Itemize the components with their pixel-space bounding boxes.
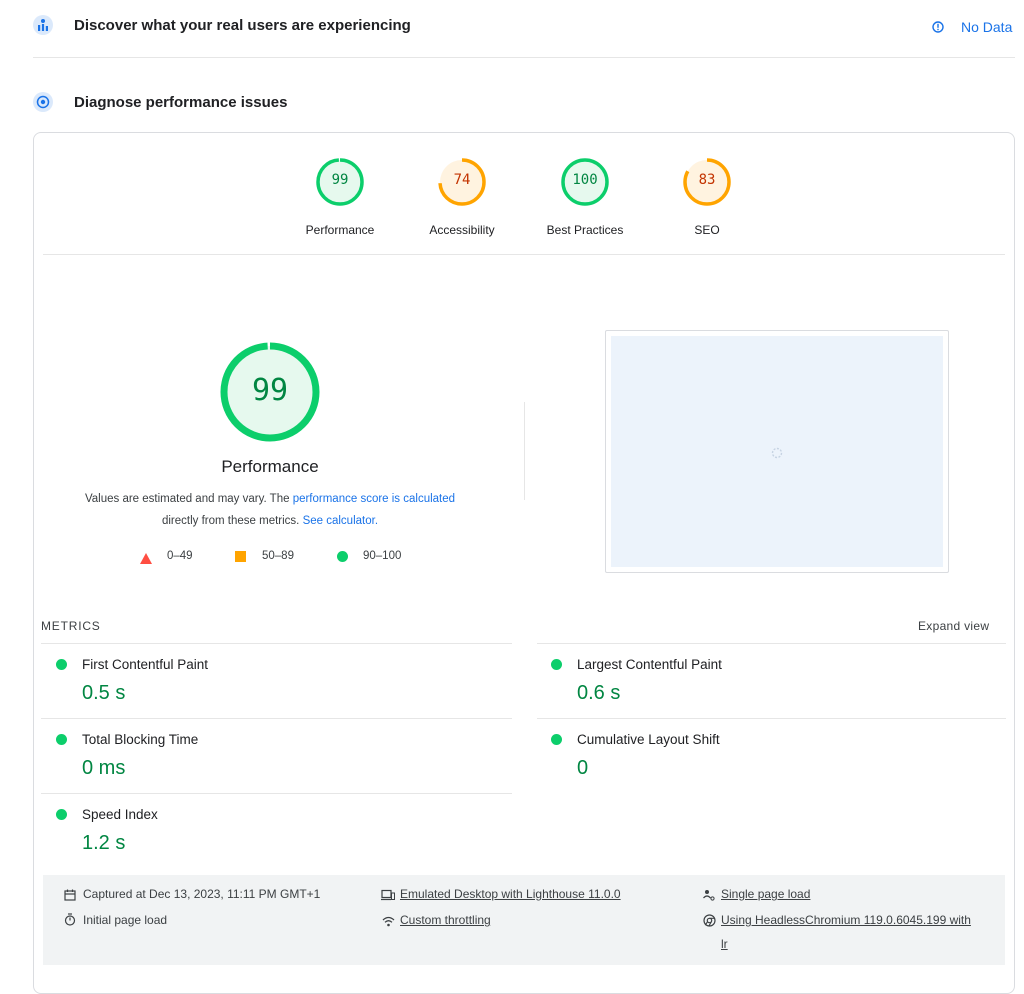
score-calculated-link[interactable]: performance score is calculated	[293, 493, 455, 505]
legend-pass-range: 90–100	[363, 550, 402, 562]
performance-big-label: Performance	[221, 457, 319, 476]
see-calculator-link[interactable]: See calculator.	[303, 515, 378, 527]
metric-name: Speed Index	[82, 807, 158, 822]
metric-divider	[537, 718, 1006, 719]
legend-average-icon	[235, 551, 246, 562]
performance-big-gauge: 99	[218, 340, 322, 449]
captured-at: Captured at Dec 13, 2023, 11:11 PM GMT+1	[83, 887, 321, 901]
metric-name: Cumulative Layout Shift	[577, 732, 720, 747]
metric-value: 0 ms	[82, 757, 126, 779]
pass-dot-icon	[56, 809, 67, 820]
timer-icon	[64, 913, 76, 931]
gauge-accessibility-score: 74	[453, 172, 471, 188]
metric-name: Largest Contentful Paint	[577, 657, 722, 672]
performance-big-score: 99	[251, 373, 289, 408]
gauge-accessibility[interactable]: 74 Accessibility	[402, 156, 522, 237]
metric-value: 0.5 s	[82, 682, 126, 704]
person-icon	[703, 888, 715, 906]
metric-value: 0.6 s	[577, 682, 621, 704]
custom-throttling-link[interactable]: Custom throttling	[400, 913, 700, 927]
crux-icon	[33, 15, 53, 40]
gauge-best-practices-score: 100	[572, 172, 598, 188]
legend-pass-icon	[337, 551, 348, 562]
metric-value: 1.2 s	[82, 832, 126, 854]
single-page-load-link[interactable]: Single page load	[721, 887, 1001, 901]
using-line-1: Using HeadlessChromium 119.0.6045.199 wi…	[721, 913, 971, 927]
initial-page-load: Initial page load	[83, 913, 168, 927]
info-icon	[932, 20, 944, 38]
diagnose-icon	[33, 92, 53, 117]
runtime-settings: Captured at Dec 13, 2023, 11:11 PM GMT+1…	[43, 875, 1005, 965]
diagnose-title: Diagnose performance issues	[74, 94, 288, 111]
gauge-seo[interactable]: 83 SEO	[647, 156, 767, 237]
gauge-performance-label: Performance	[305, 223, 375, 237]
legend-fail-range: 0–49	[167, 550, 193, 562]
using-line-2: lr	[721, 937, 728, 951]
expand-view-toggle[interactable]: Expand view	[918, 619, 989, 633]
legend-average-range: 50–89	[262, 550, 294, 562]
note-prefix: Values are estimated and may vary. The	[84, 493, 293, 505]
gauge-performance-score: 99	[331, 172, 349, 188]
devices-icon	[381, 888, 395, 906]
no-data-status[interactable]: No Data	[961, 19, 1012, 35]
metric-divider	[41, 793, 512, 794]
gauge-seo-score: 83	[698, 172, 716, 188]
gauge-accessibility-label: Accessibility	[429, 223, 495, 237]
metric-name: Total Blocking Time	[82, 732, 199, 747]
metric-value: 0	[577, 757, 589, 779]
gauge-best-practices-label: Best Practices	[546, 223, 624, 237]
loading-spinner-icon	[771, 446, 783, 464]
metric-divider	[537, 643, 1006, 644]
vertical-separator	[524, 402, 525, 500]
final-screenshot-frame[interactable]	[605, 330, 949, 573]
chrome-icon	[703, 914, 716, 932]
pass-dot-icon	[551, 734, 562, 745]
performance-note: Values are estimated and may vary. The p…	[40, 488, 500, 532]
legend-fail-icon	[140, 551, 152, 569]
pass-dot-icon	[56, 734, 67, 745]
wifi-icon	[382, 914, 395, 932]
note-mid: directly from these metrics.	[161, 515, 303, 527]
top-divider	[33, 57, 1015, 58]
gauge-performance[interactable]: 99 Performance	[280, 156, 400, 237]
crux-title: Discover what your real users are experi…	[74, 17, 411, 34]
metric-divider	[41, 718, 512, 719]
metric-name: First Contentful Paint	[82, 657, 209, 672]
gauge-best-practices[interactable]: 100 Best Practices	[525, 156, 645, 237]
pass-dot-icon	[551, 659, 562, 670]
using-headless-chromium-link[interactable]: Using HeadlessChromium 119.0.6045.199 wi…	[721, 908, 1001, 956]
pass-dot-icon	[56, 659, 67, 670]
metrics-header: METRICS	[41, 619, 101, 633]
metric-divider	[41, 643, 512, 644]
gauge-seo-label: SEO	[694, 223, 720, 237]
gauges-divider	[43, 254, 1005, 255]
emulated-desktop-link[interactable]: Emulated Desktop with Lighthouse 11.0.0	[400, 887, 720, 901]
calendar-icon	[64, 888, 76, 906]
